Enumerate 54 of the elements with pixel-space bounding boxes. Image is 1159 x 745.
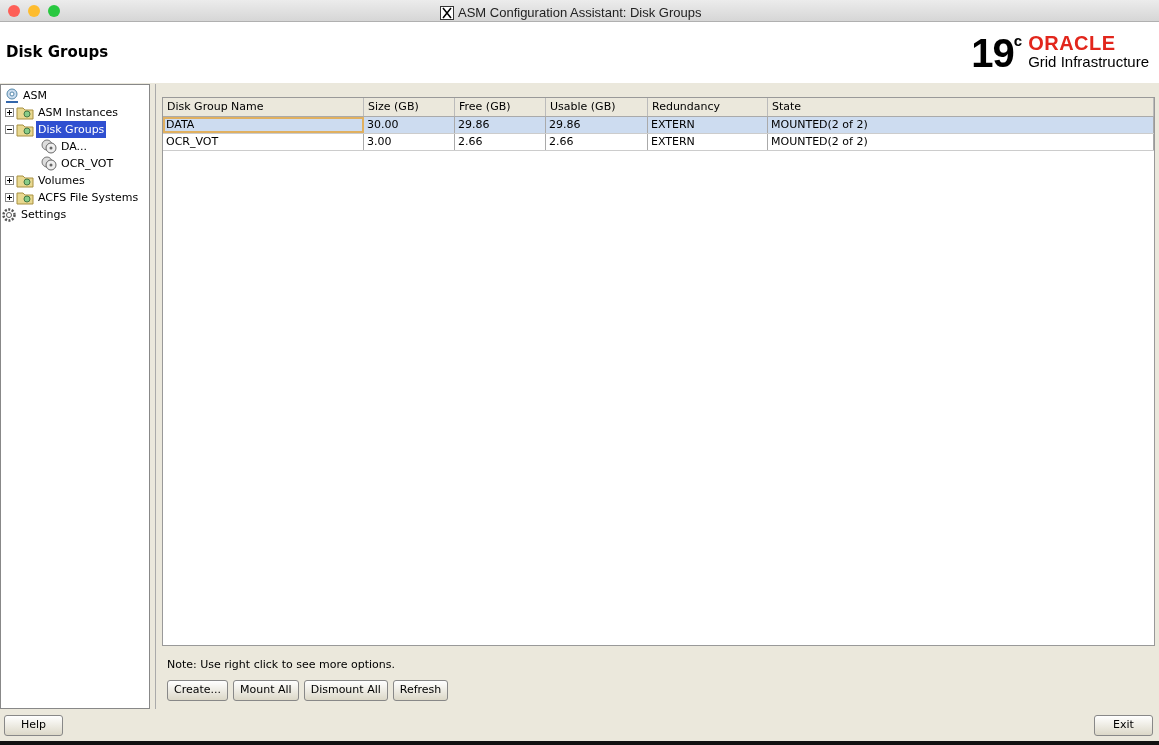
table-cell: MOUNTED(2 of 2) [768,134,1154,150]
disk-icon [41,139,57,154]
folder-icon [16,122,34,137]
tree-item[interactable]: ASM [21,87,49,104]
table-cell: MOUNTED(2 of 2) [768,117,1154,133]
expand-icon[interactable] [5,193,14,202]
table-cell: 2.66 [455,134,546,150]
column-header[interactable]: Free (GB) [455,98,546,116]
expand-icon[interactable] [5,108,14,117]
table-cell: OCR_VOT [163,134,364,150]
table-cell: EXTERN [648,117,768,133]
tree-item[interactable]: Disk Groups [36,121,107,138]
column-header[interactable]: Disk Group Name [163,98,364,116]
database-icon [5,87,19,104]
table-cell: 30.00 [364,117,455,133]
table-cell: 3.00 [364,134,455,150]
table-row[interactable]: DATA 30.00 29.86 29.86 EXTERN MOUNTED(2 of 2) [163,117,1154,134]
action-button[interactable]: Dismount All [303,679,388,701]
note-text: Note: Use right click to see more options. [167,657,396,673]
table-cell: EXTERN [648,134,768,150]
column-header[interactable]: State [768,98,1154,116]
window-title: ASM Configuration Assistant: Disk Groups [458,4,702,22]
tree-item[interactable]: OCR_VOT [59,155,116,172]
folder-icon [16,190,34,205]
disk-icon [41,156,57,171]
tree-item[interactable]: Volumes [36,172,87,189]
tree-item[interactable]: Settings [19,206,69,223]
folder-icon [16,105,34,120]
action-button[interactable]: Refresh [392,679,449,701]
table-cell: 2.66 [546,134,648,150]
column-header[interactable]: Redundancy [648,98,768,116]
tree-item[interactable]: DA... [59,138,90,155]
logo-superscript: c [1013,32,1023,48]
settings-icon [1,206,17,223]
page-title: Disk Groups [6,42,109,64]
table-cell: DATA [163,117,364,133]
logo-product: Grid Infrastructure [1028,53,1149,72]
exit-button[interactable]: Exit [1094,714,1153,736]
action-button[interactable]: Create... [167,679,229,701]
tree-item[interactable]: ASM Instances [36,104,120,121]
action-button[interactable]: Mount All [233,679,299,701]
table-cell: 29.86 [546,117,648,133]
expand-icon[interactable] [5,176,14,185]
logo-brand: ORACLE [1028,33,1117,54]
help-button[interactable]: Help [4,714,63,736]
folder-icon [16,173,34,188]
logo-version: 19 [971,32,1014,73]
column-header[interactable]: Usable (GB) [546,98,648,116]
x-window-icon [440,5,454,20]
tree-item[interactable]: ACFS File Systems [36,189,141,206]
table-row[interactable]: OCR_VOT 3.00 2.66 2.66 EXTERN MOUNTED(2 of 2) [163,134,1154,151]
table-cell: 29.86 [455,117,546,133]
column-header[interactable]: Size (GB) [364,98,455,116]
collapse-icon[interactable] [5,125,14,134]
